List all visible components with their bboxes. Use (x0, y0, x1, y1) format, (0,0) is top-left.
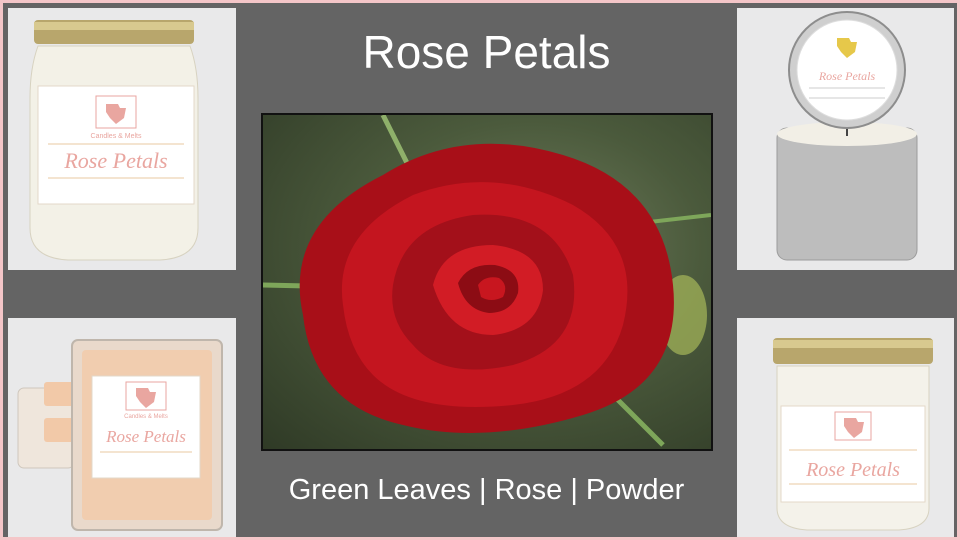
label-name: Rose Petals (63, 148, 167, 173)
tin-label-name: Rose Petals (818, 69, 876, 83)
wax-melt-photo: Candles & Melts Rose Petals (8, 318, 236, 537)
rose-flower (299, 143, 674, 433)
jar-candle-photo: Candles & Melts Rose Petals (8, 8, 236, 270)
scent-notes: Green Leaves | Rose | Powder (288, 474, 685, 506)
label-brand: Candles & Melts (91, 133, 142, 140)
melt-label-name: Rose Petals (105, 427, 186, 446)
slide-frame: Candles & Melts Rose Petals Candles & Me… (3, 3, 957, 537)
tumbler-label-name: Rose Petals (805, 459, 900, 481)
slide-title: Rose Petals (362, 26, 611, 78)
tin-candle-photo: Rose Petals (737, 8, 954, 270)
melt-label-brand: Candles & Melts (124, 414, 168, 420)
rose-photo (261, 113, 713, 451)
tumbler-candle-photo: Rose Petals (737, 318, 954, 537)
tin-body (776, 127, 918, 261)
